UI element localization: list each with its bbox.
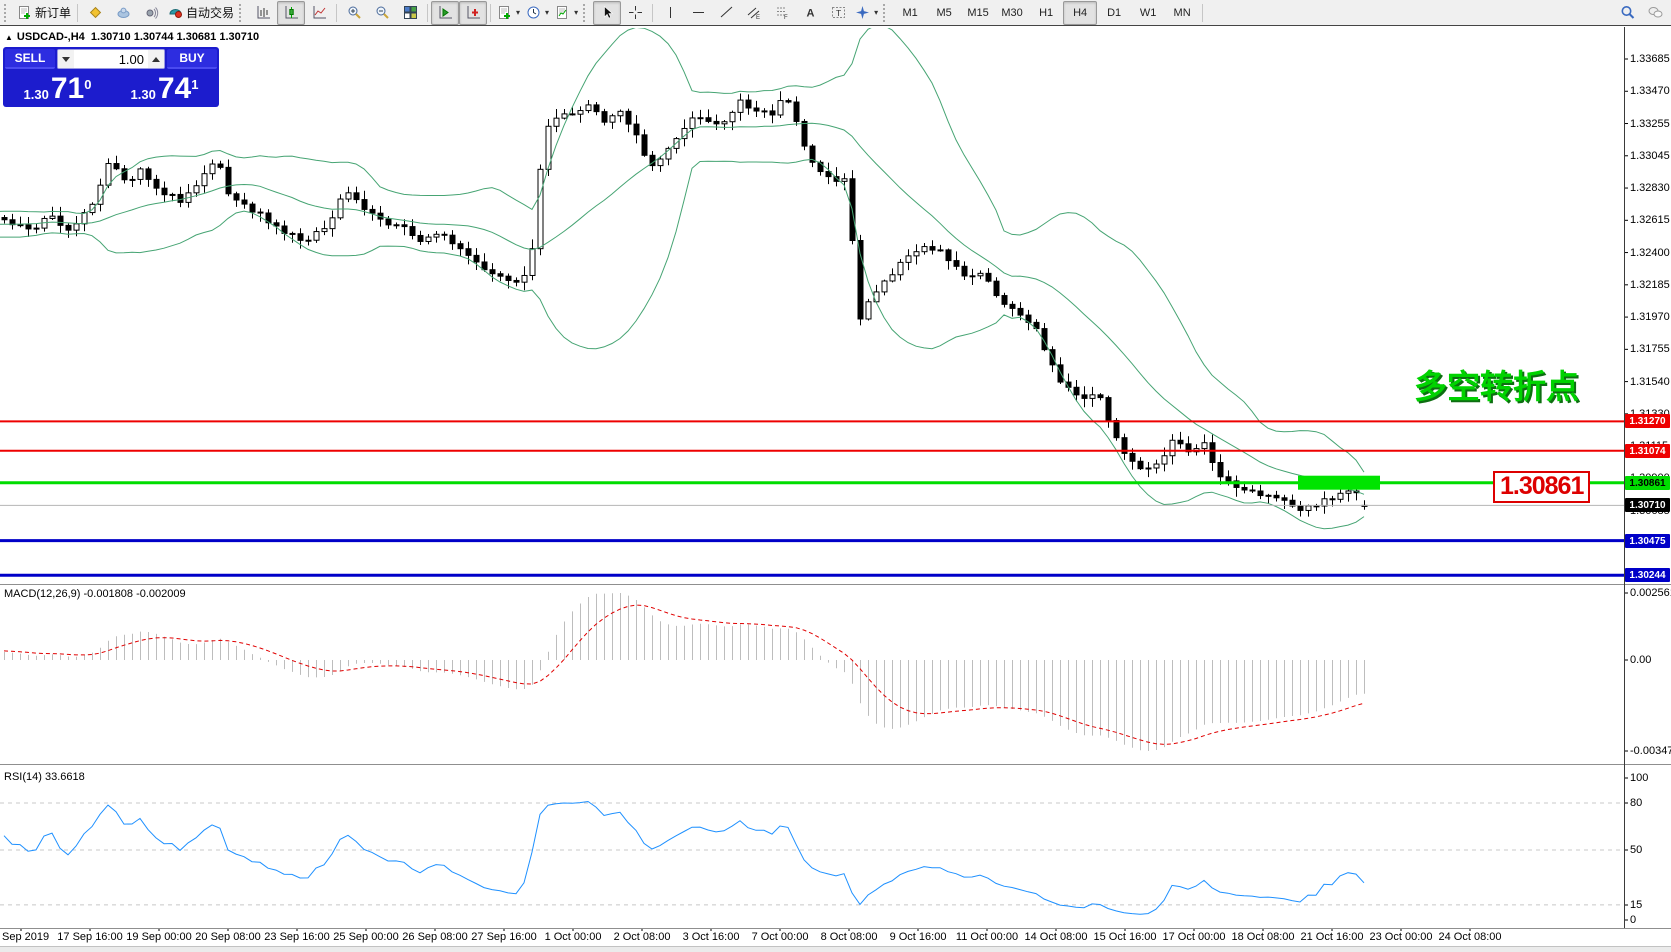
buy-price-sup: 1 — [191, 77, 198, 92]
time-axis-label: 27 Sep 16:00 — [471, 931, 536, 943]
buy-price[interactable]: 1.30 74 1 — [112, 71, 217, 105]
time-axis-label: 7 Oct 00:00 — [752, 931, 809, 943]
time-axis-label: 17 Sep 16:00 — [57, 931, 122, 943]
up-arrow-icon — [152, 57, 160, 62]
window-bottom-edge — [0, 946, 1671, 952]
rsi-axis-tick: 100 — [1630, 772, 1648, 784]
sell-price[interactable]: 1.30 71 0 — [5, 71, 110, 105]
chart-area[interactable] — [0, 0, 1671, 952]
macd-indicator-label: MACD(12,26,9) -0.001808 -0.002009 — [4, 588, 186, 600]
macd-axis-tick: 0.00 — [1630, 654, 1651, 666]
time-axis-label: 8 Oct 08:00 — [821, 931, 878, 943]
time-axis-label: 17 Oct 00:00 — [1163, 931, 1226, 943]
volume-increase-button[interactable] — [148, 50, 164, 68]
time-axis-label: 24 Oct 08:00 — [1439, 931, 1502, 943]
axis-ticks — [21, 59, 1628, 932]
rsi-panel-layer — [0, 802, 1624, 915]
macd-axis-tick: 0.002561 — [1630, 587, 1671, 599]
price-level-badge: 1.30475 — [1625, 534, 1670, 548]
rsi-axis-tick: 15 — [1630, 899, 1642, 911]
expand-arrow-icon[interactable]: ▲ — [5, 33, 13, 42]
rsi-axis-tick: 80 — [1630, 797, 1642, 809]
price-level-badge: 1.30244 — [1625, 568, 1670, 582]
buy-price-big: 74 — [158, 74, 191, 104]
time-axis-label: 15 Oct 16:00 — [1094, 931, 1157, 943]
time-axis-label: 25 Sep 00:00 — [333, 931, 398, 943]
sell-price-big: 71 — [51, 74, 84, 104]
price-axis-tick: 1.31540 — [1630, 376, 1670, 388]
sell-price-small: 1.30 — [24, 87, 49, 102]
price-axis-tick: 1.33045 — [1630, 150, 1670, 162]
time-axis-label: 1 Oct 00:00 — [545, 931, 602, 943]
down-arrow-icon — [62, 57, 70, 62]
price-level-badge: 1.30861 — [1625, 476, 1670, 490]
buy-price-small: 1.30 — [131, 87, 156, 102]
macd-rsi-separator[interactable] — [0, 764, 1671, 768]
macd-panel-layer — [4, 593, 1365, 751]
metatrader-window: 新订单自动交易▾▾▾EFAT▾M1M5M15M30H1H4D1W1MN ▲USD… — [0, 0, 1671, 952]
price-axis-tick: 1.33685 — [1630, 53, 1670, 65]
time-axis-label: 2 Oct 08:00 — [614, 931, 671, 943]
rsi-axis-tick: 50 — [1630, 844, 1642, 856]
price-axis-tick: 1.32830 — [1630, 182, 1670, 194]
time-axis-label: 18 Oct 08:00 — [1232, 931, 1295, 943]
ohlc-values: 1.30710 1.30744 1.30681 1.30710 — [91, 31, 259, 43]
highlight-zone — [1298, 476, 1380, 490]
time-axis-label: 26 Sep 08:00 — [402, 931, 467, 943]
volume-input[interactable] — [74, 50, 148, 68]
chart-text-annotation: 多空转折点 — [1414, 360, 1579, 408]
time-axis-label: 6 Sep 2019 — [0, 931, 49, 943]
price-axis-tick: 1.33255 — [1630, 118, 1670, 130]
time-axis-label: 23 Sep 16:00 — [264, 931, 329, 943]
current-price-badge: 1.30710 — [1625, 498, 1670, 512]
symbol-name: USDCAD-,H4 — [17, 31, 85, 43]
time-axis-label: 21 Oct 16:00 — [1301, 931, 1364, 943]
price-axis-tick: 1.31970 — [1630, 311, 1670, 323]
main-macd-separator[interactable] — [0, 584, 1671, 588]
one-click-trading-panel: SELL BUY 1.30 71 0 1.30 74 1 — [3, 47, 219, 107]
price-axis-tick: 1.33470 — [1630, 85, 1670, 97]
price-axis-tick: 1.31755 — [1630, 343, 1670, 355]
time-axis-label: 20 Sep 08:00 — [195, 931, 260, 943]
time-axis-label: 11 Oct 00:00 — [956, 931, 1018, 943]
price-level-badge: 1.31074 — [1625, 444, 1670, 458]
time-axis-label: 14 Oct 08:00 — [1025, 931, 1088, 943]
time-axis-label: 3 Oct 16:00 — [683, 931, 740, 943]
time-axis-label: 19 Sep 00:00 — [126, 931, 191, 943]
rsi-indicator-label: RSI(14) 33.6618 — [4, 771, 85, 783]
time-axis-label: 23 Oct 00:00 — [1370, 931, 1433, 943]
price-callout-label: 1.30861 — [1493, 471, 1590, 503]
macd-axis-tick: -0.003479 — [1630, 745, 1671, 757]
price-axis-tick: 1.32615 — [1630, 214, 1670, 226]
volume-decrease-button[interactable] — [58, 50, 74, 68]
sell-button[interactable]: SELL — [5, 49, 55, 69]
buy-button[interactable]: BUY — [167, 49, 217, 69]
time-axis-label: 9 Oct 16:00 — [890, 931, 947, 943]
sell-price-sup: 0 — [84, 77, 91, 92]
price-axis-tick: 1.32400 — [1630, 247, 1670, 259]
rsi-axis-tick: 0 — [1630, 914, 1636, 926]
price-axis-tick: 1.32185 — [1630, 279, 1670, 291]
chart-title: ▲ USDCAD-,H4 1.30710 1.30744 1.30681 1.30… — [5, 31, 259, 43]
price-level-badge: 1.31270 — [1625, 414, 1670, 428]
